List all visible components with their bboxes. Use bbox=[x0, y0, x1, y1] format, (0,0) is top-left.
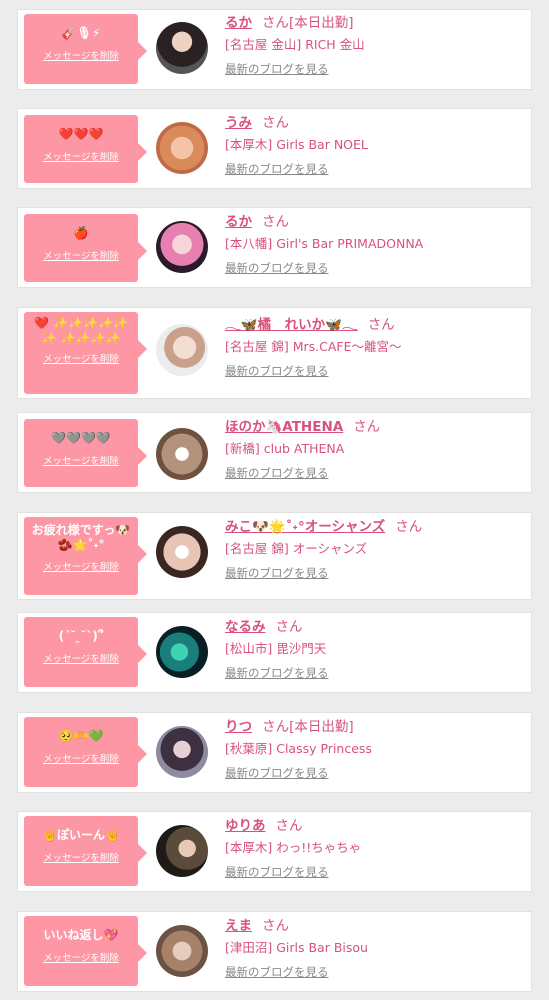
shop-name: [本厚木] Girls Bar NOEL bbox=[225, 137, 368, 152]
list-item: ❤️ ✨✨✨✨✨✨ ✨✨✨✨ メッセージを削除 𓂃🦋橘 れいか🦋𓂃 さん [名古屋… bbox=[17, 307, 532, 399]
cast-name-link[interactable]: ほのか🦄ATHENA bbox=[225, 419, 343, 435]
avatar[interactable] bbox=[156, 825, 208, 877]
honorific: さん bbox=[353, 419, 381, 435]
avatar[interactable] bbox=[156, 626, 208, 678]
message-text: 🤘ぽいーん🤘 bbox=[42, 828, 120, 842]
honorific: さん bbox=[262, 918, 289, 934]
message-bubble: ❤️ ✨✨✨✨✨✨ ✨✨✨✨ メッセージを削除 bbox=[24, 312, 147, 394]
avatar[interactable] bbox=[156, 22, 208, 74]
cast-name-link[interactable]: ゆりあ bbox=[225, 818, 266, 834]
message-bubble: 🥺🫶💚 メッセージを削除 bbox=[24, 717, 147, 787]
list-item: 🤘ぽいーん🤘 メッセージを削除 ゆりあ さん [本厚木] わっ!!ちゃちゃ 最新の… bbox=[17, 811, 532, 892]
cast-name-link[interactable]: なるみ bbox=[225, 619, 266, 635]
latest-blog-link[interactable]: 最新のブログを見る bbox=[225, 161, 329, 177]
message-bubble: ❤️❤️❤️ メッセージを削除 bbox=[24, 115, 147, 183]
delete-message-button[interactable]: メッセージを削除 bbox=[28, 651, 134, 665]
message-bubble: 🍎 メッセージを削除 bbox=[24, 214, 147, 282]
avatar[interactable] bbox=[156, 925, 208, 977]
message-text: ❤️ ✨✨✨✨✨✨ ✨✨✨✨ bbox=[34, 316, 128, 345]
honorific: さん bbox=[275, 818, 303, 834]
message-bubble: 🩶🩶🩶🩶 メッセージを削除 bbox=[24, 419, 147, 487]
message-bubble: 🤘ぽいーん🤘 メッセージを削除 bbox=[24, 816, 147, 886]
latest-blog-link[interactable]: 最新のブログを見る bbox=[225, 565, 329, 581]
avatar[interactable] bbox=[156, 526, 208, 578]
list-item: (ˊ˘ ̯˘ˋ)՞ メッセージを削除 なるみ さん [松山市] 毘沙門天 最新のブ… bbox=[17, 612, 532, 693]
avatar[interactable] bbox=[156, 726, 208, 778]
shop-name: [本厚木] わっ!!ちゃちゃ bbox=[225, 840, 362, 855]
cast-name-link[interactable]: るか bbox=[225, 214, 252, 230]
list-item: いいね返し💖 メッセージを削除 えま さん [津田沼] Girls Bar Bis… bbox=[17, 911, 532, 992]
message-text: お疲れ様ですっ🐶 🫘🌟˚˖° bbox=[31, 523, 131, 552]
list-item: 🍎 メッセージを削除 るか さん [本八幡] Girl's Bar PRIMADO… bbox=[17, 207, 532, 288]
message-text: ❤️❤️❤️ bbox=[58, 127, 104, 141]
honorific: さん bbox=[275, 619, 303, 635]
shop-name: [新橋] club ATHENA bbox=[225, 441, 345, 456]
status-badge: [本日出勤] bbox=[289, 719, 354, 735]
latest-blog-link[interactable]: 最新のブログを見る bbox=[225, 260, 329, 276]
cast-name-link[interactable]: 𓂃🦋橘 れいか🦋𓂃 bbox=[225, 317, 358, 333]
latest-blog-link[interactable]: 最新のブログを見る bbox=[225, 363, 329, 379]
delete-message-button[interactable]: メッセージを削除 bbox=[28, 453, 134, 467]
honorific: さん bbox=[262, 15, 289, 31]
message-text: 🎸🎙⚡ bbox=[61, 26, 101, 40]
delete-message-button[interactable]: メッセージを削除 bbox=[28, 751, 134, 765]
shop-name: [名古屋 金山] RICH 金山 bbox=[225, 37, 365, 52]
message-text: 🥺🫶💚 bbox=[58, 729, 104, 743]
honorific: さん bbox=[395, 519, 423, 535]
cast-name-link[interactable]: みこ🐶🌟˚˖°オーシャンズ bbox=[225, 519, 385, 535]
message-bubble: 🎸🎙⚡ メッセージを削除 bbox=[24, 14, 147, 84]
shop-name: [本八幡] Girl's Bar PRIMADONNA bbox=[225, 236, 424, 251]
delete-message-button[interactable]: メッセージを削除 bbox=[28, 850, 134, 864]
message-bubble: いいね返し💖 メッセージを削除 bbox=[24, 916, 147, 986]
cast-name-link[interactable]: りつ bbox=[225, 719, 252, 735]
shop-name: [松山市] 毘沙門天 bbox=[225, 641, 327, 656]
cast-name-link[interactable]: えま bbox=[225, 918, 252, 934]
cast-name-link[interactable]: うみ bbox=[225, 115, 252, 131]
delete-message-button[interactable]: メッセージを削除 bbox=[28, 559, 134, 573]
list-item: 🥺🫶💚 メッセージを削除 りつ さん[本日出勤] [秋葉原] Classy Pri… bbox=[17, 712, 532, 793]
delete-message-button[interactable]: メッセージを削除 bbox=[28, 351, 134, 365]
message-text: 🍎 bbox=[73, 226, 89, 240]
shop-name: [名古屋 錦] Mrs.CAFE〜離宮〜 bbox=[225, 339, 402, 354]
delete-message-button[interactable]: メッセージを削除 bbox=[28, 950, 134, 964]
message-text: 🩶🩶🩶🩶 bbox=[51, 431, 111, 445]
latest-blog-link[interactable]: 最新のブログを見る bbox=[225, 765, 329, 781]
latest-blog-link[interactable]: 最新のブログを見る bbox=[225, 864, 329, 880]
shop-name: [津田沼] Girls Bar Bisou bbox=[225, 940, 368, 955]
message-text: いいね返し💖 bbox=[43, 928, 119, 942]
message-bubble: お疲れ様ですっ🐶 🫘🌟˚˖° メッセージを削除 bbox=[24, 517, 147, 595]
shop-name: [名古屋 錦] オーシャンズ bbox=[225, 541, 368, 556]
list-item: 🩶🩶🩶🩶 メッセージを削除 ほのか🦄ATHENA さん [新橋] club ATH… bbox=[17, 412, 532, 493]
avatar[interactable] bbox=[156, 122, 208, 174]
honorific: さん bbox=[367, 317, 395, 333]
delete-message-button[interactable]: メッセージを削除 bbox=[28, 48, 134, 62]
avatar[interactable] bbox=[156, 428, 208, 480]
list-item: お疲れ様ですっ🐶 🫘🌟˚˖° メッセージを削除 みこ🐶🌟˚˖°オーシャンズ さん … bbox=[17, 512, 532, 600]
honorific: さん bbox=[262, 214, 289, 230]
list-item: 🎸🎙⚡ メッセージを削除 るか さん[本日出勤] [名古屋 金山] RICH 金山… bbox=[17, 9, 532, 90]
latest-blog-link[interactable]: 最新のブログを見る bbox=[225, 665, 329, 681]
delete-message-button[interactable]: メッセージを削除 bbox=[28, 248, 134, 262]
message-bubble: (ˊ˘ ̯˘ˋ)՞ メッセージを削除 bbox=[24, 617, 147, 687]
honorific: さん bbox=[262, 719, 290, 735]
list-item: ❤️❤️❤️ メッセージを削除 うみ さん [本厚木] Girls Bar NOE… bbox=[17, 108, 532, 189]
message-text: (ˊ˘ ̯˘ˋ)՞ bbox=[58, 629, 104, 643]
latest-blog-link[interactable]: 最新のブログを見る bbox=[225, 61, 329, 77]
avatar[interactable] bbox=[156, 324, 208, 376]
cast-name-link[interactable]: るか bbox=[225, 15, 252, 31]
delete-message-button[interactable]: メッセージを削除 bbox=[28, 149, 134, 163]
latest-blog-link[interactable]: 最新のブログを見る bbox=[225, 964, 329, 980]
latest-blog-link[interactable]: 最新のブログを見る bbox=[225, 465, 329, 481]
message-list: 🎸🎙⚡ メッセージを削除 るか さん[本日出勤] [名古屋 金山] RICH 金山… bbox=[0, 0, 549, 1000]
honorific: さん bbox=[262, 115, 289, 131]
shop-name: [秋葉原] Classy Princess bbox=[225, 741, 372, 756]
avatar[interactable] bbox=[156, 221, 208, 273]
status-badge: [本日出勤] bbox=[289, 15, 354, 31]
